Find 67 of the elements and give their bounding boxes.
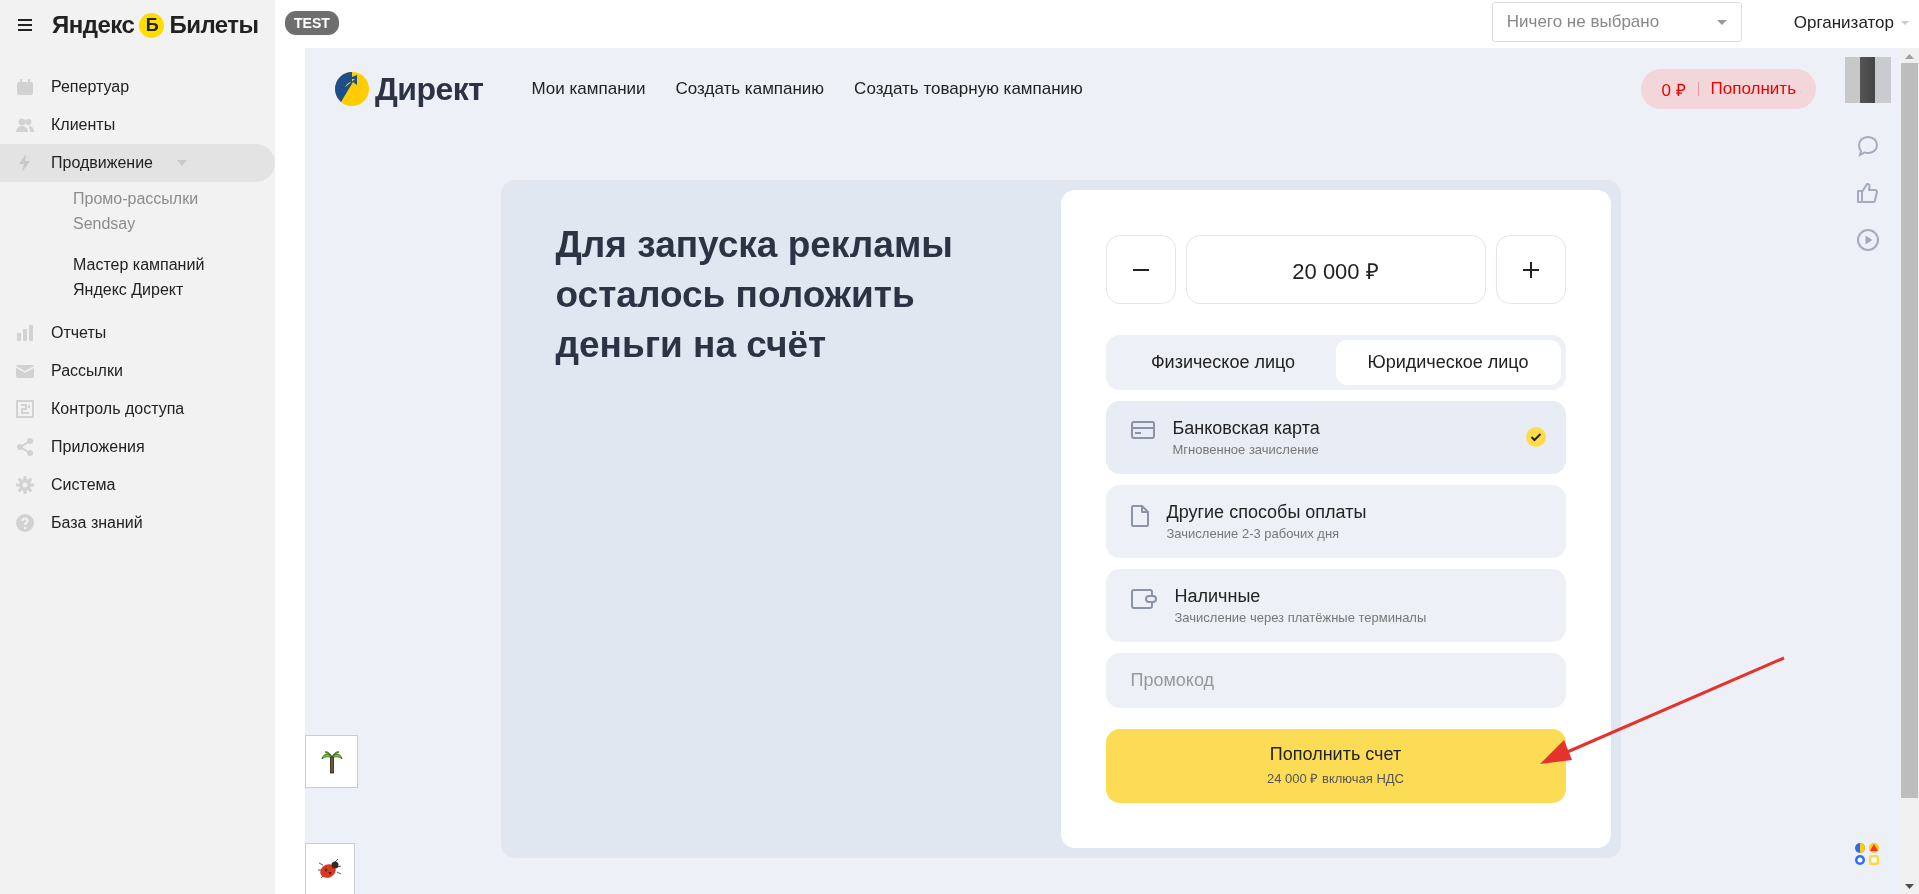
document-icon (1130, 504, 1149, 527)
payment-method-option[interactable]: Наличные Зачисление через платёжные терминалы (1105, 569, 1566, 643)
method-note: Зачисление через платёжные терминалы (1174, 610, 1428, 626)
plus-icon (1522, 261, 1539, 278)
brand-name: Билеты (169, 11, 259, 39)
sidebar-item[interactable]: Репертуар (0, 68, 275, 106)
logo-icon (335, 72, 369, 106)
nav-link[interactable]: Создать товарную кампанию (854, 79, 1083, 99)
sidebar-item[interactable]: Клиенты (0, 106, 275, 144)
method-note: Зачисление 2-3 рабочих дня (1166, 526, 1341, 542)
sidebar-item[interactable]: Рассылки (0, 352, 275, 390)
method-note: Мгновенное зачисление (1172, 441, 1320, 457)
sidebar-subitem[interactable]: Мастер кампаний Яндекс Директ (0, 248, 275, 314)
palm-tree-widget[interactable] (305, 735, 358, 788)
method-title: Другие способы оплаты (1166, 502, 1368, 524)
amount-field[interactable]: 20 000 ₽ (1185, 235, 1486, 305)
payment-method-option[interactable]: Другие способы оплаты Зачисление 2-3 рабочих дня (1105, 484, 1566, 559)
brand-badge: Б (139, 12, 165, 38)
top-up-button[interactable]: Пополнить счет 24 000 ₽ включая НДС (1105, 728, 1566, 803)
scrollbar[interactable] (1900, 48, 1919, 894)
method-title: Наличные (1174, 586, 1262, 608)
sidebar-item[interactable]: Система (0, 466, 275, 504)
sidebar-item[interactable]: Контроль доступа (0, 390, 275, 428)
access-icon (15, 399, 35, 419)
share-icon (15, 437, 35, 457)
avatar-placeholder[interactable] (1845, 57, 1891, 103)
promo-code-field[interactable]: Промокод (1105, 653, 1566, 708)
card-icon (1130, 420, 1155, 439)
payer-type-tab[interactable]: Юридическое лицо (1335, 340, 1561, 385)
sidebar-item[interactable]: Приложения (0, 428, 275, 466)
palm-tree-icon (320, 749, 343, 774)
sidebar-item[interactable]: Продвижение (0, 144, 275, 182)
sidebar-item[interactable]: Отчеты (0, 314, 275, 352)
chat-icon[interactable] (1856, 134, 1880, 158)
direct-logo[interactable]: Директ (335, 70, 484, 108)
caret-icon (1716, 19, 1727, 25)
environment-badge: TEST (285, 11, 339, 35)
check-icon (1525, 427, 1546, 448)
scroll-down-icon[interactable] (1905, 884, 1914, 889)
decrease-button[interactable] (1105, 235, 1176, 305)
nav-link[interactable]: Мои кампании (531, 79, 646, 99)
balance-amount: 0 ₽ (1661, 79, 1686, 101)
ladybug-widget[interactable] (305, 843, 355, 894)
app-icons-drawing[interactable] (1854, 842, 1882, 866)
method-title: Банковская карта (1172, 417, 1321, 439)
increase-button[interactable] (1495, 235, 1566, 305)
calendar-icon (15, 77, 35, 97)
filter-dropdown[interactable]: Ничего не выбрано (1491, 2, 1742, 42)
nav-link[interactable]: Создать кампанию (675, 79, 825, 99)
play-icon[interactable] (1856, 228, 1880, 252)
payer-type-tab[interactable]: Физическое лицо (1110, 340, 1336, 385)
payment-method-option[interactable]: Банковская карта Мгновенное зачисление (1105, 400, 1566, 474)
gear-icon (15, 475, 35, 495)
promo-heading: Для запуска рекламы осталось положить деньги на счёт (555, 223, 954, 367)
help-icon (15, 513, 35, 533)
brand-name: Яндекс (52, 11, 135, 39)
scroll-up-icon[interactable] (1905, 54, 1914, 59)
brand-logo[interactable]: Яндекс Б Билеты (52, 11, 259, 39)
menu-icon[interactable] (18, 19, 32, 31)
role-dropdown[interactable]: Организатор (1793, 13, 1909, 33)
chart-icon (15, 323, 35, 343)
minus-icon (1132, 268, 1149, 271)
ladybug-icon (317, 857, 343, 881)
wallet-icon (1130, 589, 1157, 610)
sidebar-item[interactable]: База знаний (0, 504, 275, 542)
thumbs-up-icon[interactable] (1856, 181, 1880, 205)
caret-icon (1901, 21, 1909, 25)
